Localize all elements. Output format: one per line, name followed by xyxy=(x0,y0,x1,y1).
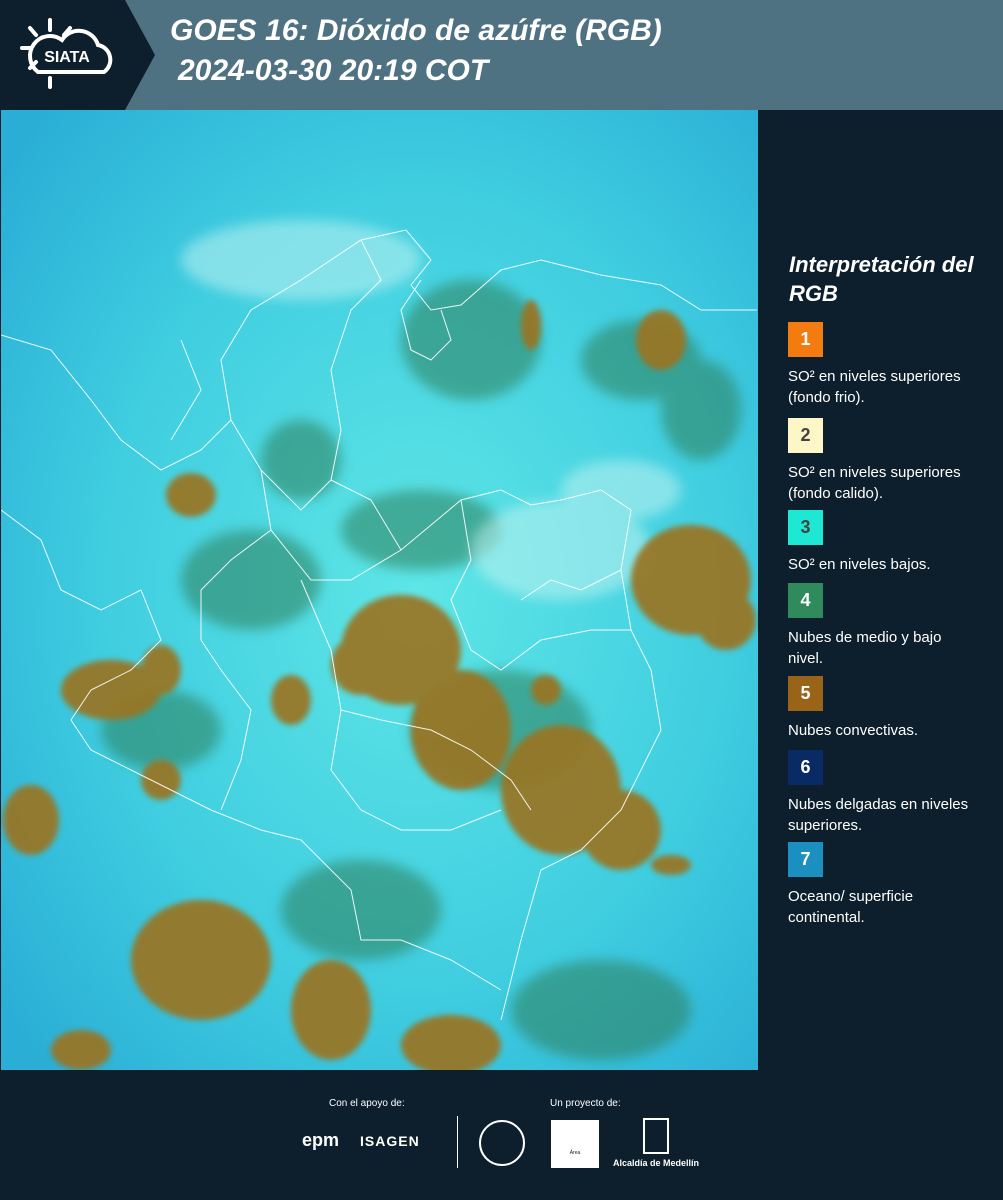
legend-item-4: 4 Nubes de medio y bajo nivel. xyxy=(788,583,988,669)
page-title: GOES 16: Dióxido de azúfre (RGB) xyxy=(170,14,662,47)
legend-item-label: Oceano/ superficie continental. xyxy=(788,888,914,926)
legend-swatch: 3 xyxy=(788,510,823,545)
support-label: Con el apoyo de: xyxy=(329,1098,405,1109)
area-logo-text: Área xyxy=(569,1150,581,1156)
legend-item-3: 3 SO² en niveles bajos. xyxy=(788,510,988,575)
legend-item-5: 5 Nubes convectivas. xyxy=(788,676,988,741)
satellite-rgb-image xyxy=(1,110,758,1070)
header-bar: SIATA GOES 16: Dióxido de azúfre (RGB) 2… xyxy=(0,0,1003,110)
legend-item-1: 1 SO² en niveles superiores (fondo frio)… xyxy=(788,322,988,408)
isagen-logo: ISAGEN xyxy=(360,1133,420,1149)
legend-item-label: Nubes convectivas. xyxy=(788,722,919,739)
legend-swatch: 5 xyxy=(788,676,823,711)
legend-swatch: 1 xyxy=(788,322,823,357)
sun-cloud-icon: SIATA xyxy=(20,18,113,89)
legend-swatch: 4 xyxy=(788,583,823,618)
page-timestamp: 2024-03-30 20:19 COT xyxy=(178,54,489,87)
legend-item-7: 7 Oceano/ superficie continental. xyxy=(788,842,988,928)
legend-item-label: SO² en niveles superiores (fondo calido)… xyxy=(788,464,961,502)
siata-logo: SIATA xyxy=(0,0,155,110)
epm-logo: epm xyxy=(302,1130,340,1150)
footer: Con el apoyo de: Un proyecto de: epm ISA… xyxy=(0,1070,1003,1200)
alcaldia-shield-icon xyxy=(643,1118,669,1154)
siata-logo-text: SIATA xyxy=(44,49,90,66)
alcaldia-logo: Alcaldía de Medellín xyxy=(613,1158,700,1168)
legend-item-label: SO² en niveles bajos. xyxy=(788,556,931,573)
project-label: Un proyecto de: xyxy=(550,1098,621,1109)
legend-swatch: 7 xyxy=(788,842,823,877)
legend-swatch: 2 xyxy=(788,418,823,453)
legend-swatch: 6 xyxy=(788,750,823,785)
legend-item-2: 2 SO² en niveles superiores (fondo calid… xyxy=(788,418,988,504)
medellin-seal-icon xyxy=(479,1120,525,1166)
legend-item-label: SO² en niveles superiores (fondo frio). xyxy=(788,368,961,406)
area-metropolitana-logo: Área xyxy=(551,1120,599,1168)
legend-item-label: Nubes de medio y bajo nivel. xyxy=(788,629,942,667)
satellite-map xyxy=(1,110,758,1070)
footer-divider xyxy=(457,1116,458,1168)
legend-title: Interpretación del RGB xyxy=(789,252,974,306)
legend-item-6: 6 Nubes delgadas en niveles superiores. xyxy=(788,750,988,836)
legend-item-label: Nubes delgadas en niveles superiores. xyxy=(788,796,969,834)
